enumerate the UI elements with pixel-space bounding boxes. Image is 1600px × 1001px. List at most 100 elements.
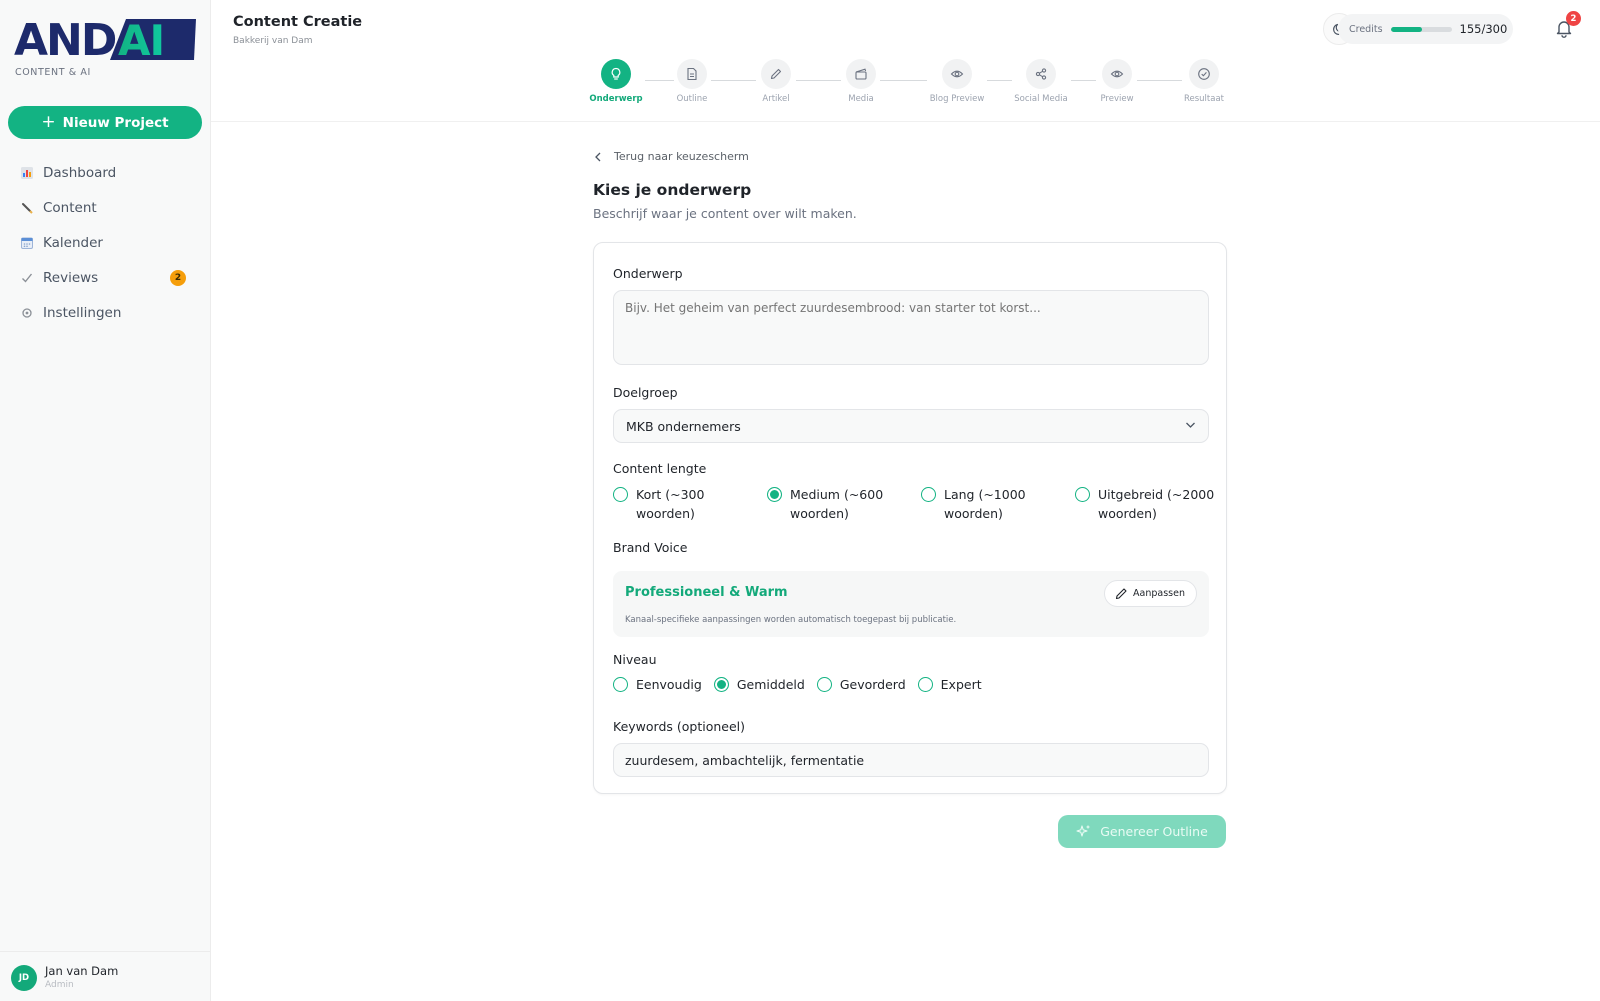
radio-button[interactable] bbox=[713, 677, 729, 692]
sidebar-item-label: Dashboard bbox=[43, 164, 117, 181]
sidebar-item-kalender[interactable]: Kalender bbox=[8, 225, 202, 260]
step-outline[interactable]: Outline bbox=[647, 59, 737, 104]
step-media[interactable]: Media bbox=[816, 59, 906, 104]
step-label: Social Media bbox=[1014, 94, 1068, 104]
sidebar-item-label: Instellingen bbox=[43, 304, 122, 321]
step-label: Blog Preview bbox=[929, 94, 985, 104]
user-role: Admin bbox=[45, 980, 74, 990]
sidebar-item-reviews[interactable]: Reviews 2 bbox=[8, 260, 202, 295]
check-circle-icon bbox=[1198, 68, 1210, 80]
length-option-line1: Kort (~300 bbox=[636, 487, 705, 502]
back-link-label: Terug naar keuzescherm bbox=[614, 150, 749, 163]
length-option-label: Kort (~300 woorden) bbox=[636, 485, 704, 523]
length-option-label: Medium (~600 woorden) bbox=[790, 485, 883, 523]
brand-voice-label: Brand Voice bbox=[613, 540, 688, 555]
step-circle bbox=[601, 59, 631, 89]
check-icon bbox=[20, 271, 34, 285]
keywords-input[interactable] bbox=[613, 743, 1209, 777]
length-option-line2: woorden) bbox=[790, 506, 849, 521]
step-circle bbox=[761, 59, 791, 89]
step-circle bbox=[942, 59, 972, 89]
page-title: Content Creatie bbox=[233, 14, 363, 30]
generate-button-label: Genereer Outline bbox=[1100, 824, 1208, 839]
length-option-line1: Uitgebreid (~2000 bbox=[1098, 487, 1215, 502]
length-option-line2: woorden) bbox=[944, 506, 1003, 521]
new-project-label: Nieuw Project bbox=[62, 114, 169, 131]
content-length-options: Kort (~300 woorden) Medium (~600 woorden) … bbox=[613, 485, 1229, 523]
content-length-label: Content lengte bbox=[613, 461, 707, 476]
radio-button[interactable] bbox=[613, 487, 628, 502]
user-profile[interactable]: JD Jan van Dam Admin bbox=[0, 951, 210, 1001]
avatar: JD bbox=[11, 965, 37, 991]
step-blog-preview[interactable]: Blog Preview bbox=[912, 59, 1002, 104]
level-option-eenvoudig[interactable]: Eenvoudig bbox=[613, 675, 702, 694]
keywords-label: Keywords (optioneel) bbox=[613, 719, 746, 734]
step-artikel[interactable]: Artikel bbox=[731, 59, 821, 104]
sidebar-item-dashboard[interactable]: Dashboard bbox=[8, 155, 202, 190]
length-option-medium[interactable]: Medium (~600 woorden) bbox=[767, 485, 921, 523]
length-option-lang[interactable]: Lang (~1000 woorden) bbox=[921, 485, 1075, 523]
brand-voice-name: Professioneel & Warm bbox=[625, 585, 788, 600]
step-circle bbox=[677, 59, 707, 89]
radio-button[interactable] bbox=[917, 677, 933, 692]
edit-brand-voice-button[interactable]: Aanpassen bbox=[1104, 580, 1197, 607]
radio-button[interactable] bbox=[816, 677, 832, 692]
audience-select[interactable]: MKB ondernemers bbox=[613, 409, 1209, 443]
generate-outline-button[interactable]: Genereer Outline bbox=[1058, 815, 1226, 848]
new-project-button[interactable]: + Nieuw Project bbox=[8, 106, 202, 139]
share-icon bbox=[1035, 68, 1047, 80]
radio-button[interactable] bbox=[921, 487, 936, 502]
step-circle bbox=[1189, 59, 1219, 89]
chevron-down-icon bbox=[1186, 422, 1195, 428]
step-label: Artikel bbox=[762, 94, 790, 104]
topic-label: Onderwerp bbox=[613, 266, 683, 281]
level-option-expert[interactable]: Expert bbox=[917, 675, 982, 694]
sidebar-item-label: Content bbox=[43, 199, 97, 216]
credits-progress-fill bbox=[1390, 26, 1423, 32]
page-subtitle: Bakkerij van Dam bbox=[233, 36, 313, 46]
length-option-label: Uitgebreid (~2000 woorden) bbox=[1098, 485, 1214, 523]
pen-icon bbox=[770, 68, 782, 80]
chevron-left-icon bbox=[595, 152, 601, 161]
level-option-label: Gevorderd bbox=[839, 677, 906, 692]
step-circle bbox=[846, 59, 876, 89]
audience-label: Doelgroep bbox=[613, 385, 678, 400]
credits-label: Credits bbox=[1349, 23, 1383, 35]
edit-button-label: Aanpassen bbox=[1133, 588, 1185, 599]
section-subtitle: Beschrijf waar je content over wilt make… bbox=[593, 206, 857, 221]
level-option-gevorderd[interactable]: Gevorderd bbox=[816, 675, 906, 694]
topic-form-card: Onderwerp Doelgroep MKB ondernemers Cont… bbox=[593, 242, 1227, 794]
radio-button[interactable] bbox=[1075, 487, 1090, 502]
length-option-line2: woorden) bbox=[1098, 506, 1157, 521]
radio-button[interactable] bbox=[767, 487, 782, 502]
step-preview[interactable]: Preview bbox=[1072, 59, 1162, 104]
sidebar-item-content[interactable]: Content bbox=[8, 190, 202, 225]
andai-logo[interactable]: AND AI bbox=[14, 14, 196, 62]
pencil-icon bbox=[20, 201, 34, 215]
sidebar-item-instellingen[interactable]: Instellingen bbox=[8, 295, 202, 330]
radio-button[interactable] bbox=[613, 677, 628, 692]
reviews-count-badge: 2 bbox=[170, 270, 186, 286]
level-option-label: Gemiddeld bbox=[736, 677, 805, 692]
eye-icon bbox=[1110, 70, 1124, 78]
notification-badge: 2 bbox=[1566, 11, 1581, 26]
calendar-icon bbox=[20, 236, 34, 250]
brand-voice-note: Kanaal-specifieke aanpassingen worden au… bbox=[625, 615, 957, 625]
section-title: Kies je onderwerp bbox=[593, 181, 752, 199]
step-label: Outline bbox=[676, 94, 708, 104]
step-label: Resultaat bbox=[1183, 94, 1224, 104]
length-option-kort[interactable]: Kort (~300 woorden) bbox=[613, 485, 767, 523]
level-option-gemiddeld[interactable]: Gemiddeld bbox=[713, 675, 805, 694]
topic-textarea[interactable] bbox=[613, 290, 1209, 365]
sparkles-icon bbox=[1076, 825, 1090, 837]
step-resultaat[interactable]: Resultaat bbox=[1159, 59, 1249, 104]
audience-selected-value: MKB ondernemers bbox=[626, 418, 741, 434]
length-option-line2: woorden) bbox=[636, 506, 695, 521]
back-to-choice-link[interactable]: Terug naar keuzescherm bbox=[594, 150, 749, 163]
svg-text:AND: AND bbox=[14, 15, 116, 62]
step-label: Media bbox=[848, 94, 874, 104]
chart-icon bbox=[20, 166, 34, 180]
step-label: Preview bbox=[1100, 94, 1134, 104]
svg-text:AI: AI bbox=[118, 16, 164, 62]
length-option-uitgebreid[interactable]: Uitgebreid (~2000 woorden) bbox=[1075, 485, 1229, 523]
